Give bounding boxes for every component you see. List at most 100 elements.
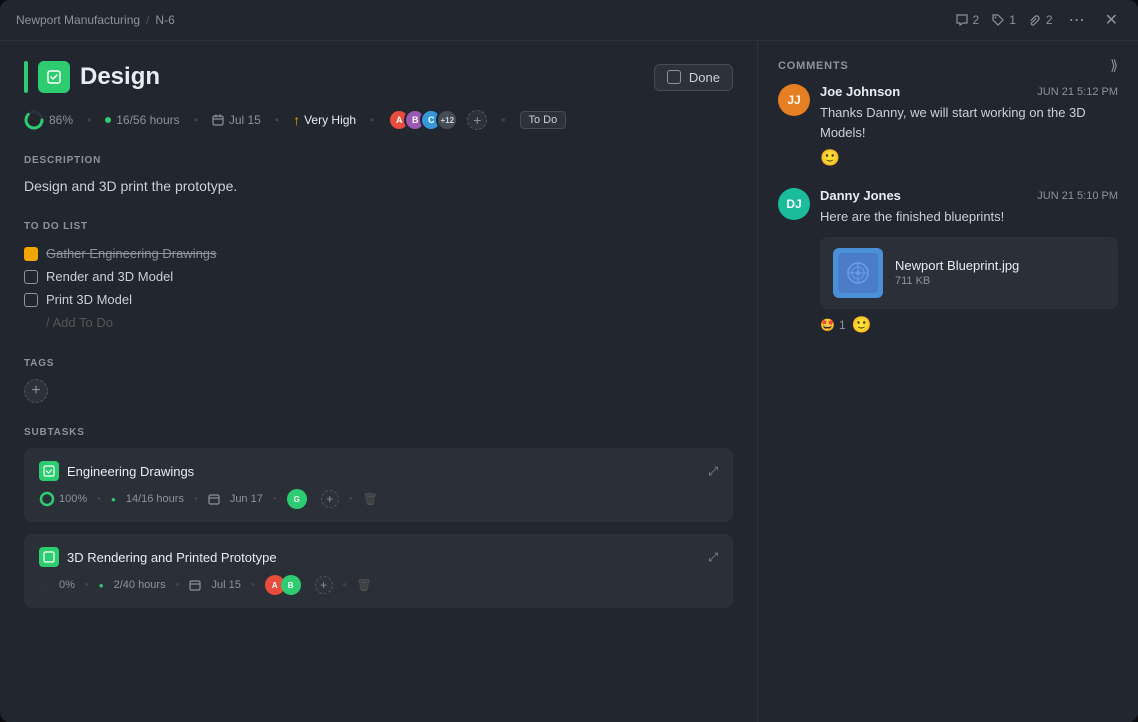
comment-time-1: JUN 21 5:12 PM — [1037, 86, 1118, 98]
subtask-header-2: 3D Rendering and Printed Prototype ⤢ — [39, 547, 718, 567]
subtask-add-member-2[interactable]: + — [315, 576, 333, 594]
todo-text-2: Render and 3D Model — [46, 269, 173, 284]
close-button[interactable]: ✕ — [1101, 8, 1122, 32]
todo-check-2[interactable] — [24, 270, 38, 284]
meta-avatars: A B C +12 + — [388, 109, 487, 131]
topbar-comments[interactable]: 2 — [955, 13, 980, 27]
subtask-card-2: 3D Rendering and Printed Prototype ⤢ 0% — [24, 534, 733, 608]
comment-reactions-2: 🤩 1 🙂 — [820, 315, 1118, 335]
meta-progress[interactable]: 86% — [24, 110, 73, 130]
todo-text-3: Print 3D Model — [46, 292, 132, 307]
subtask-progress-ring-1 — [39, 491, 55, 507]
comment-avatar-1: JJ — [778, 84, 810, 116]
subtask-avatars-2: A B — [265, 575, 301, 595]
comment-header-1: Joe Johnson JUN 21 5:12 PM — [820, 84, 1118, 99]
more-button[interactable]: ⋯ — [1065, 8, 1089, 32]
todo-check-done-1[interactable] — [24, 247, 38, 261]
meta-hours[interactable]: 16/56 hours — [105, 113, 179, 127]
green-dot — [105, 117, 111, 123]
breadcrumb: Newport Manufacturing / N-6 — [16, 13, 175, 27]
subtask-dot-2: ● — [99, 581, 104, 590]
topbar-tags[interactable]: 1 — [991, 13, 1016, 27]
subtasks-section: SUBTASKS Engineering Drawings ⤢ — [24, 427, 733, 608]
subtask-header-1: Engineering Drawings ⤢ — [39, 461, 718, 481]
external-link-icon-1[interactable]: ⤢ — [708, 464, 718, 479]
avatar-more[interactable]: +12 — [436, 109, 458, 131]
done-checkbox — [667, 70, 681, 84]
add-member-button[interactable]: + — [467, 110, 487, 130]
subtask-delete-1[interactable]: 🗑 — [363, 492, 378, 506]
add-tag-button[interactable]: + — [24, 379, 48, 403]
attachment-thumb — [833, 248, 883, 298]
comments-list: JJ Joe Johnson JUN 21 5:12 PM Thanks Dan… — [758, 84, 1138, 722]
description-label: DESCRIPTION — [24, 155, 733, 166]
comment-icon — [955, 13, 969, 27]
comment-body-1: Joe Johnson JUN 21 5:12 PM Thanks Danny,… — [820, 84, 1118, 168]
collapse-comments-button[interactable]: ⟫ — [1110, 57, 1118, 74]
attachment-card[interactable]: Newport Blueprint.jpg 711 KB — [820, 237, 1118, 309]
add-todo-placeholder: / Add To Do — [46, 315, 113, 330]
comments-panel: COMMENTS ⟫ JJ Joe Johnson JUN 21 5:12 PM… — [758, 41, 1138, 722]
todo-item-2: Render and 3D Model — [24, 265, 733, 288]
todo-item-1: Gather Engineering Drawings — [24, 242, 733, 265]
tag-icon — [991, 13, 1005, 27]
comment-author-2: Danny Jones — [820, 188, 901, 203]
subtask-card-1: Engineering Drawings ⤢ 100% — [24, 448, 733, 522]
topbar-meta: 2 1 2 ⋯ ✕ — [955, 8, 1122, 32]
subtask-progress-2: 0% — [39, 577, 75, 593]
comment-author-1: Joe Johnson — [820, 84, 900, 99]
status-badge[interactable]: To Do — [520, 111, 567, 129]
description-text: Design and 3D print the prototype. — [24, 176, 733, 197]
task-icon — [38, 61, 70, 93]
modal: Newport Manufacturing / N-6 2 1 2 ⋯ ✕ — [0, 0, 1138, 722]
subtask-hours-1: 14/16 hours — [126, 493, 184, 505]
meta-priority[interactable]: ↑ Very High — [293, 112, 356, 128]
hours-label: 16/56 hours — [116, 113, 179, 127]
subtask-date-2: Jul 15 — [211, 579, 240, 591]
task-title-wrap: Design — [24, 61, 160, 93]
subtask-title-wrap-1: Engineering Drawings — [39, 461, 194, 481]
todo-item-3: Print 3D Model — [24, 288, 733, 311]
task-accent — [24, 61, 28, 93]
subtask-date-1: Jun 17 — [230, 493, 263, 505]
subtask-cal-icon-1 — [208, 493, 220, 505]
comment-avatar-2: DJ — [778, 188, 810, 220]
reaction-emoji-btn-2[interactable]: 🙂 — [852, 315, 872, 335]
topbar-attachments[interactable]: 2 — [1028, 13, 1053, 27]
main-panel: Design Done 86% — [0, 41, 758, 722]
done-button[interactable]: Done — [654, 64, 733, 91]
subtask-icon-2 — [39, 547, 59, 567]
add-todo[interactable]: / Add To Do — [24, 311, 733, 334]
blueprint-thumb — [838, 253, 878, 293]
task-date: Jul 15 — [229, 113, 261, 127]
subtask-title-2: 3D Rendering and Printed Prototype — [67, 550, 277, 565]
breadcrumb-parent[interactable]: Newport Manufacturing — [16, 13, 140, 27]
subtask-avatar-2b[interactable]: B — [281, 575, 301, 595]
subtasks-label: SUBTASKS — [24, 427, 733, 438]
subtask-delete-2[interactable]: 🗑 — [357, 578, 372, 592]
todo-section: TO DO LIST Gather Engineering Drawings R… — [24, 221, 733, 334]
progress-value: 86% — [49, 113, 73, 127]
meta-date[interactable]: Jul 15 — [212, 113, 261, 127]
subtask-dot-1: ● — [111, 495, 116, 504]
subtask-progress-ring-2 — [39, 577, 55, 593]
tags-label: TAGS — [24, 358, 733, 369]
modal-overlay: Newport Manufacturing / N-6 2 1 2 ⋯ ✕ — [0, 0, 1138, 722]
subtask-meta-1: 100% • ● 14/16 hours • Jun 17 • G + • — [39, 489, 718, 509]
comment-header-2: Danny Jones JUN 21 5:10 PM — [820, 188, 1118, 203]
progress-ring-icon — [24, 110, 44, 130]
attachment-icon — [1028, 13, 1042, 27]
task-meta: 86% • 16/56 hours • Jul 15 • ↑ — [24, 109, 733, 131]
calendar-icon — [212, 114, 224, 126]
subtask-add-member-1[interactable]: + — [321, 490, 339, 508]
avatar-stack: A B C +12 — [388, 109, 458, 131]
description-section: DESCRIPTION Design and 3D print the prot… — [24, 155, 733, 197]
breadcrumb-child[interactable]: N-6 — [155, 13, 174, 27]
reaction-emoji-btn-1[interactable]: 🙂 — [820, 148, 840, 168]
todo-check-3[interactable] — [24, 293, 38, 307]
breadcrumb-sep: / — [146, 13, 149, 27]
subtask-avatar-1[interactable]: G — [287, 489, 307, 509]
task-title: Design — [80, 63, 160, 91]
modal-topbar: Newport Manufacturing / N-6 2 1 2 ⋯ ✕ — [0, 0, 1138, 41]
external-link-icon-2[interactable]: ⤢ — [708, 550, 718, 565]
